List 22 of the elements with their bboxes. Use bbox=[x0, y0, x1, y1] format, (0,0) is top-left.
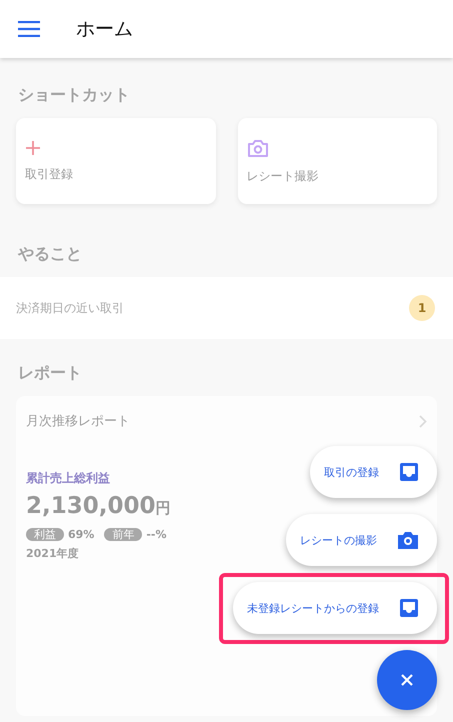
period: 2021年度 bbox=[26, 546, 79, 561]
section-title: レポート bbox=[17, 362, 83, 384]
shortcut-card[interactable]: レシート撮影 bbox=[238, 118, 437, 204]
menu-action-button[interactable]: レシートの撮影 bbox=[286, 514, 437, 566]
count-badge: 1 bbox=[409, 295, 435, 321]
section-title: ショートカット bbox=[17, 84, 131, 106]
menu-action-button[interactable]: 未登録レシートからの登録 bbox=[233, 582, 437, 634]
amount: 2,130,000円 bbox=[26, 493, 170, 519]
page-title: ホーム bbox=[76, 17, 133, 42]
tag: 利益 bbox=[26, 528, 64, 541]
metric-label: 累計売上総利益 bbox=[26, 470, 110, 487]
tag: 前年 bbox=[104, 528, 142, 541]
tag-value: 69% bbox=[68, 528, 94, 541]
menu-action-button[interactable]: 取引の登録 bbox=[310, 446, 437, 498]
shortcut-card[interactable]: 取引登録 bbox=[16, 118, 216, 204]
todo-label: 決済期日の近い取引 bbox=[16, 300, 124, 316]
section-title: やること bbox=[16, 243, 83, 265]
todo-row[interactable]: 決済期日の近い取引 1 bbox=[0, 277, 453, 339]
report-title: 月次推移レポート bbox=[26, 413, 130, 430]
shortcut-label: レシート撮影 bbox=[246, 168, 320, 184]
tag-value: --% bbox=[146, 528, 166, 541]
shortcut-label: 取引登録 bbox=[25, 166, 74, 182]
